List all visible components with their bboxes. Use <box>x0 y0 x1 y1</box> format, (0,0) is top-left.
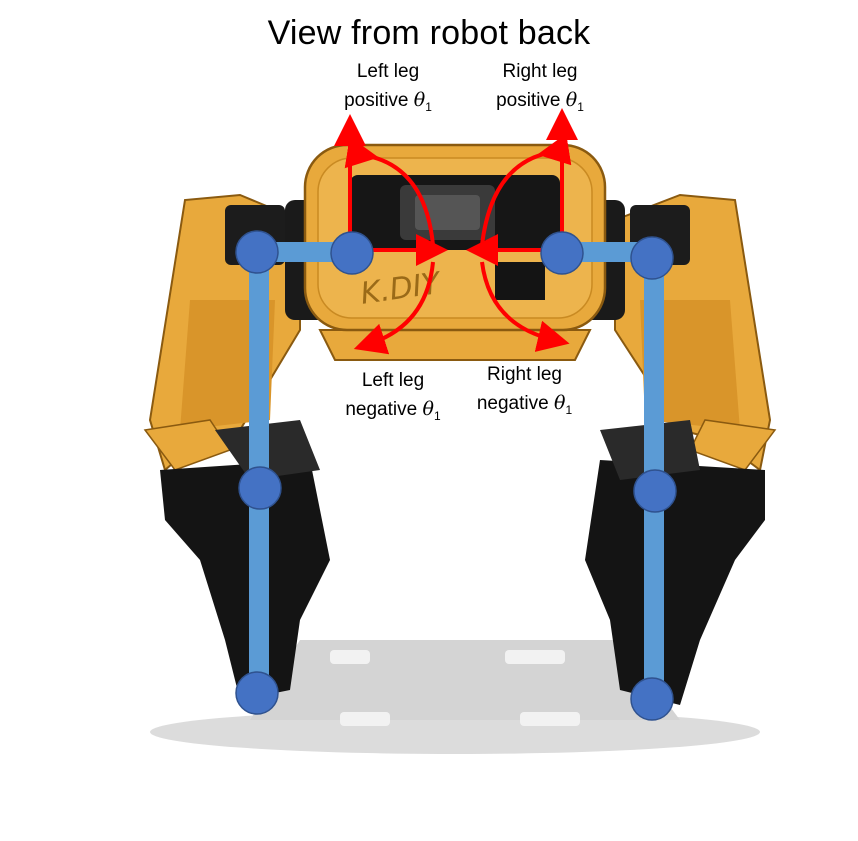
theta-symbol: θ <box>553 392 566 414</box>
right-hip-joint-outer <box>630 236 674 280</box>
label-left-positive-line1: Left leg <box>356 61 420 82</box>
diagram-title: View from robot back <box>267 14 591 52</box>
left-hip-joint-outer <box>235 230 279 274</box>
theta-subscript: 1 <box>577 99 584 114</box>
label-left-positive: Left leg positive θ1 <box>318 58 458 121</box>
label-left-positive-line2: positive <box>344 90 409 111</box>
label-right-positive: Right leg positive θ1 <box>470 58 610 121</box>
label-right-negative-line2: negative <box>476 393 549 414</box>
theta-subscript: 1 <box>433 408 441 423</box>
right-hip-joint-inner <box>540 231 584 275</box>
theta-symbol: θ <box>422 398 434 420</box>
label-right-negative-line1: Right leg <box>487 364 562 385</box>
right-foot-joint <box>630 677 674 721</box>
diagram: K.DIY View from robot back Left leg posi… <box>0 0 858 841</box>
label-right-positive-line1: Right leg <box>502 61 578 82</box>
theta-subscript: 1 <box>565 402 573 417</box>
theta-symbol: θ <box>565 89 578 111</box>
left-foot-joint <box>235 671 279 715</box>
label-left-negative-line1: Left leg <box>361 370 425 391</box>
label-right-negative: Right leg negative θ1 <box>452 361 597 424</box>
left-hip-joint-inner <box>330 231 374 275</box>
label-right-positive-line2: positive <box>496 90 561 111</box>
right-knee-joint <box>633 469 677 513</box>
left-knee-joint <box>238 466 282 510</box>
label-left-negative-line2: negative <box>345 399 418 420</box>
label-left-negative: Left leg negative θ1 <box>323 367 463 430</box>
theta-symbol: θ <box>413 89 426 111</box>
theta-subscript: 1 <box>425 99 432 114</box>
